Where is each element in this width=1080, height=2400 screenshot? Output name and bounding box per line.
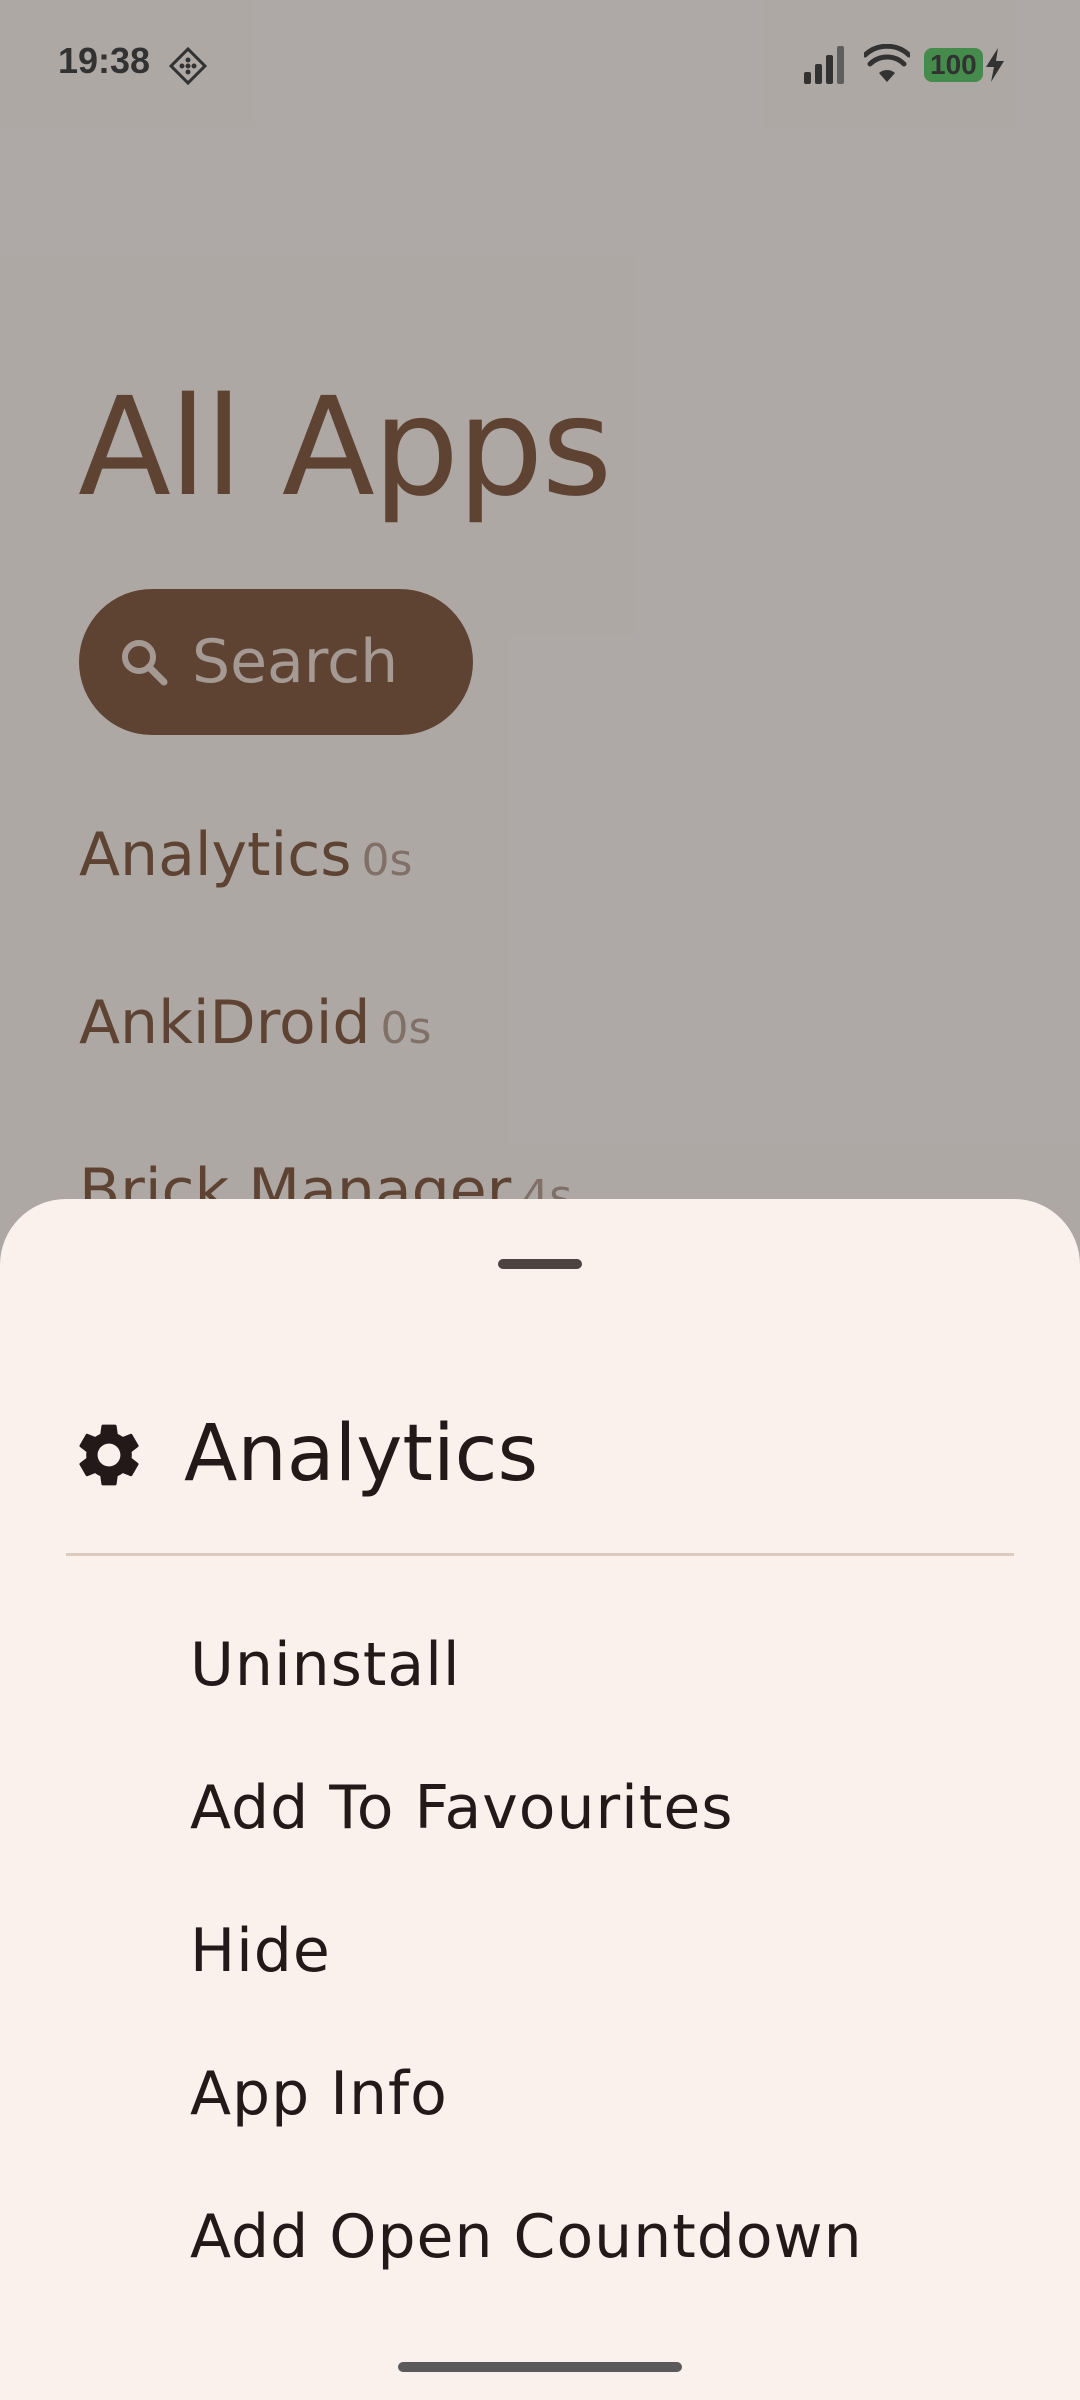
gesture-navigation-handle[interactable] (398, 2362, 682, 2372)
sheet-header: Analytics (66, 1399, 1016, 1509)
divider (66, 1553, 1014, 1556)
sheet-title: Analytics (184, 1409, 539, 1499)
add-to-favourites-option[interactable]: Add To Favourites (190, 1773, 734, 1843)
app-info-option[interactable]: App Info (190, 2059, 448, 2129)
drag-handle[interactable] (498, 1259, 582, 1269)
app-options-sheet: Analytics Uninstall Add To Favourites Hi… (0, 1199, 1080, 2400)
add-open-countdown-option[interactable]: Add Open Countdown (190, 2202, 863, 2272)
uninstall-option[interactable]: Uninstall (190, 1630, 461, 1700)
gear-icon (79, 1424, 139, 1486)
hide-option[interactable]: Hide (190, 1916, 331, 1986)
